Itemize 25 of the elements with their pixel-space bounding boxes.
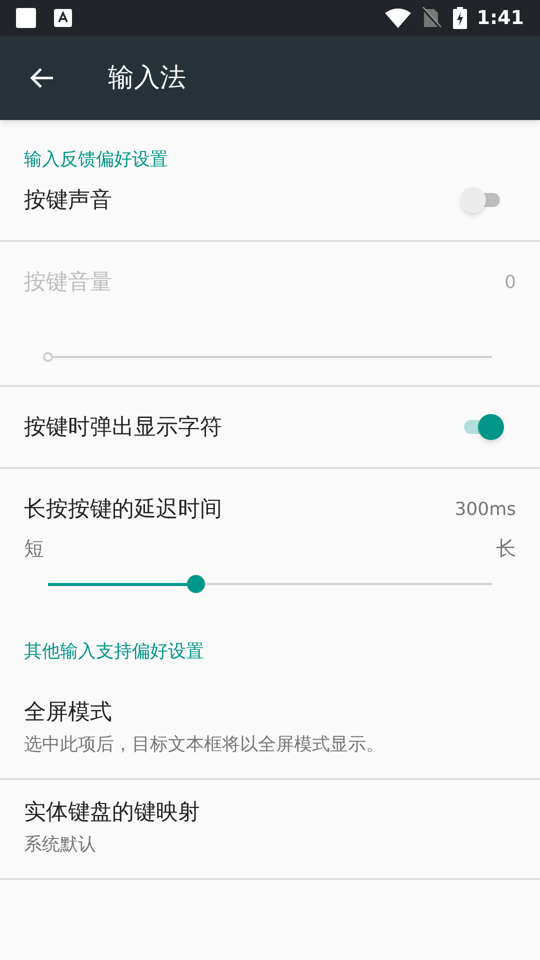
setting-value: 0 bbox=[504, 271, 516, 295]
setting-title: 按键时弹出显示字符 bbox=[24, 414, 222, 442]
wifi-icon bbox=[384, 8, 411, 28]
setting-value: 300ms bbox=[454, 498, 516, 522]
setting-title: 按键声音 bbox=[24, 186, 112, 214]
setting-summary: 系统默认 bbox=[24, 833, 97, 857]
back-arrow-icon bbox=[29, 66, 55, 90]
setting-title: 实体键盘的键映射 bbox=[24, 799, 201, 827]
no-sim-icon bbox=[420, 7, 441, 29]
setting-title: 全屏模式 bbox=[24, 699, 113, 727]
section-header: 其他输入支持偏好设置 bbox=[24, 640, 204, 664]
max-label: 长 bbox=[496, 535, 516, 562]
setting-item[interactable]: 全屏模式 选中此项后，目标文本框将以全屏模式显示。 bbox=[0, 680, 540, 780]
battery-charging-icon bbox=[452, 7, 467, 29]
section-header: 输入反馈偏好设置 bbox=[24, 148, 168, 172]
setting-title: 长按按键的延迟时间 bbox=[24, 496, 222, 524]
square-icon bbox=[16, 8, 36, 28]
setting-summary: 选中此项后，目标文本框将以全屏模式显示。 bbox=[24, 733, 385, 757]
screen-title: 输入法 bbox=[108, 62, 186, 94]
font-icon bbox=[54, 9, 72, 27]
setting-title: 按键音量 bbox=[24, 269, 112, 297]
slider-thumb[interactable] bbox=[186, 575, 205, 593]
min-label: 短 bbox=[24, 535, 44, 562]
setting-item[interactable]: 实体键盘的键映射 系统默认 bbox=[0, 780, 540, 880]
clock-time: 1:41 bbox=[476, 6, 524, 31]
